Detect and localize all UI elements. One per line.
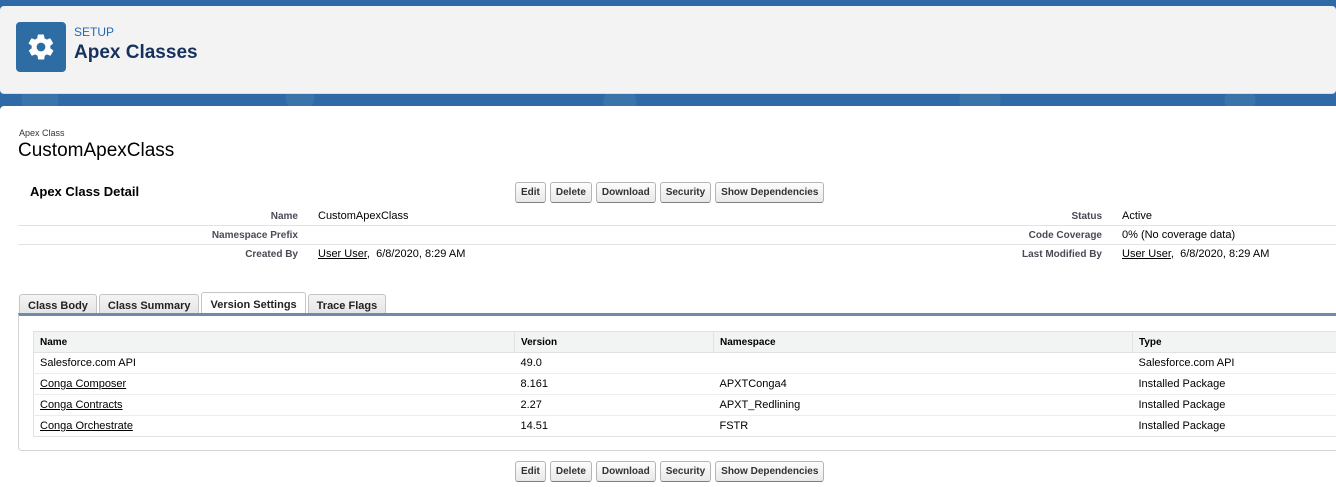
column-header-type: Type <box>1132 331 1336 353</box>
created-by-value: User User, 6/8/2020, 8:29 AM <box>318 248 465 260</box>
table-header-row: Name Version Namespace Type <box>33 331 1336 353</box>
row-namespace: APXT_Redlining <box>713 394 1133 416</box>
package-link-conga-contracts[interactable]: Conga Contracts <box>40 399 123 411</box>
name-label: Name <box>270 211 298 222</box>
download-button[interactable]: Download <box>595 461 656 482</box>
row-type: Installed Package <box>1132 373 1336 395</box>
show-dependencies-button[interactable]: Show Dependencies <box>715 182 825 203</box>
package-link-conga-orchestrate[interactable]: Conga Orchestrate <box>40 420 133 432</box>
table-row: Salesforce.com API 49.0 Salesforce.com A… <box>33 352 1336 374</box>
page-header: SETUP Apex Classes <box>0 6 1336 94</box>
row-version: 14.51 <box>520 420 549 432</box>
row-namespace: APXTConga4 <box>713 373 1133 395</box>
version-table: Name Version Namespace Type Salesforce.c… <box>33 331 1336 437</box>
delete-button[interactable]: Delete <box>549 182 592 203</box>
detail-row: Created By User User, 6/8/2020, 8:29 AM … <box>18 245 1336 264</box>
name-value: CustomApexClass <box>318 210 409 222</box>
delete-button[interactable]: Delete <box>549 461 592 482</box>
last-modified-by-value: User User, 6/8/2020, 8:29 AM <box>1122 248 1269 260</box>
row-namespace: FSTR <box>719 420 749 432</box>
download-button[interactable]: Download <box>595 182 656 203</box>
show-dependencies-button[interactable]: Show Dependencies <box>715 461 825 482</box>
last-modified-by-user-link[interactable]: User User <box>1122 248 1171 260</box>
package-link-conga-composer[interactable]: Conga Composer <box>40 378 126 390</box>
detail-table: Name CustomApexClass Status Active Names… <box>18 207 1336 264</box>
gear-icon <box>16 22 66 72</box>
status-value: Active <box>1122 210 1152 222</box>
security-button[interactable]: Security <box>659 461 712 482</box>
top-button-row: Edit Delete Download Security Show Depen… <box>515 182 825 203</box>
edit-button[interactable]: Edit <box>515 182 546 203</box>
main-content: Apex Class CustomApexClass Apex Class De… <box>0 106 1336 487</box>
record-type-label: Apex Class <box>19 128 65 138</box>
code-coverage-label: Code Coverage <box>1028 230 1102 241</box>
column-header-name: Name <box>33 331 515 353</box>
row-type: Installed Package <box>1132 394 1336 416</box>
last-modified-by-label: Last Modified By <box>1021 249 1102 260</box>
row-name: Salesforce.com API <box>33 352 515 374</box>
bottom-button-row: Edit Delete Download Security Show Depen… <box>515 461 825 482</box>
detail-row: Name CustomApexClass Status Active <box>18 207 1336 226</box>
gear-icon-svg <box>28 34 54 60</box>
code-coverage-value: 0% (No coverage data) <box>1122 229 1236 241</box>
table-row: Conga Composer 8.161 APXTConga4 Installe… <box>33 373 1336 395</box>
version-settings-panel: Name Version Namespace Type Salesforce.c… <box>18 313 1336 451</box>
edit-button[interactable]: Edit <box>515 461 546 482</box>
detail-section-title: Apex Class Detail <box>30 184 140 199</box>
row-version: 49.0 <box>514 352 714 374</box>
record-name: CustomApexClass <box>18 140 175 161</box>
detail-row: Namespace Prefix Code Coverage 0% (No co… <box>18 226 1336 245</box>
table-row: Conga Contracts 2.27 APXT_Redlining Inst… <box>33 394 1336 416</box>
created-by-date: , 6/8/2020, 8:29 AM <box>366 248 466 260</box>
row-namespace <box>713 352 1133 374</box>
last-modified-date: , 6/8/2020, 8:29 AM <box>1170 248 1270 260</box>
column-header-namespace: Namespace <box>713 331 1133 353</box>
row-version: 2.27 <box>514 394 714 416</box>
status-label: Status <box>1071 211 1102 222</box>
created-by-label: Created By <box>245 249 298 260</box>
namespace-prefix-label: Namespace Prefix <box>211 230 298 241</box>
column-header-version: Version <box>514 331 714 353</box>
header-eyebrow[interactable]: SETUP <box>74 25 114 39</box>
row-type: Installed Package <box>1138 420 1226 432</box>
row-type: Salesforce.com API <box>1132 352 1336 374</box>
table-row: Conga Orchestrate 14.51 FSTR Installed P… <box>34 416 1336 437</box>
security-button[interactable]: Security <box>659 182 712 203</box>
row-version: 8.161 <box>514 373 714 395</box>
created-by-user-link[interactable]: User User <box>318 248 367 260</box>
page-title: Apex Classes <box>74 42 198 63</box>
